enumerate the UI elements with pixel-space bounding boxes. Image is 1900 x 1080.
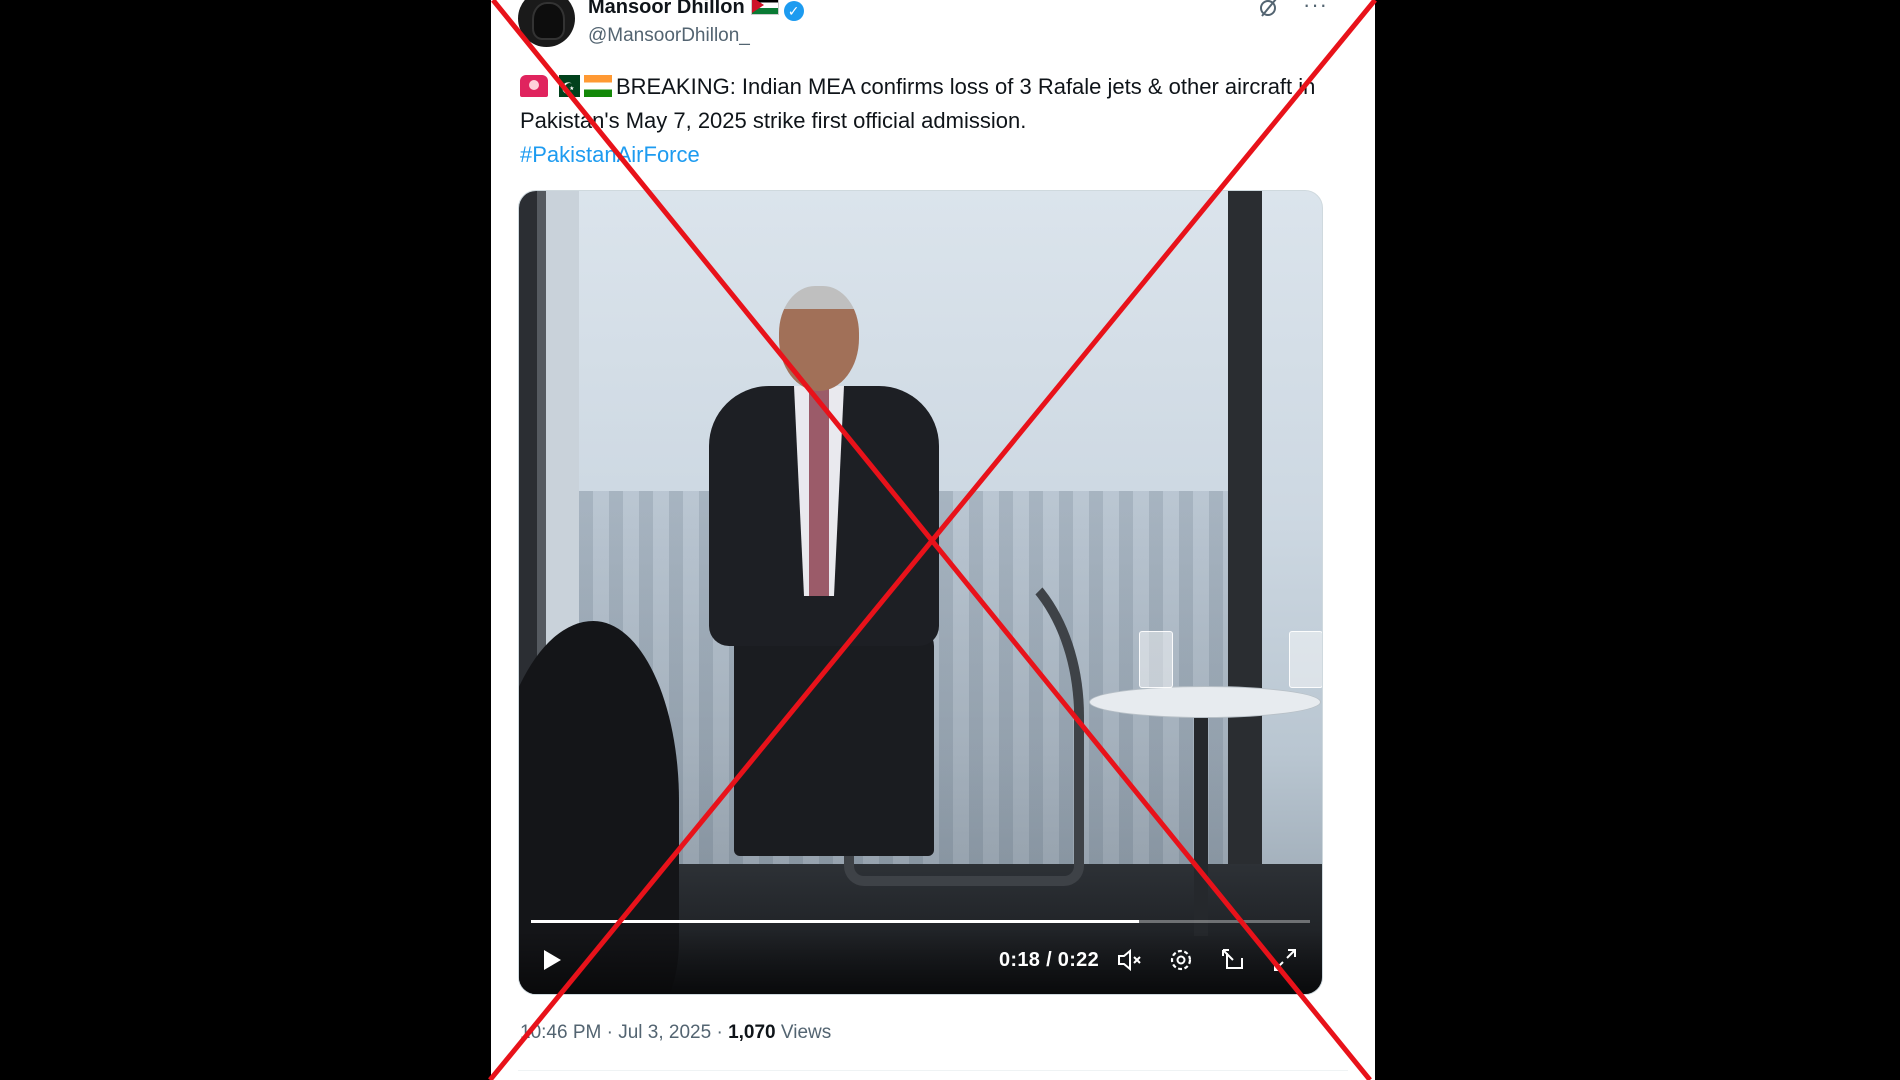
tweet-card: Mansoor Dhillon ✓ @MansoorDhillon_ ··· BR… — [491, 0, 1375, 1080]
author-name-row[interactable]: Mansoor Dhillon ✓ — [588, 0, 804, 21]
water-glass — [1139, 631, 1173, 688]
tweet-text: BREAKING: Indian MEA confirms loss of 3 … — [520, 70, 1340, 172]
siren-emoji-icon — [520, 75, 548, 97]
tweet-time[interactable]: 10:46 PM — [520, 1022, 601, 1043]
speaker-legs — [734, 626, 934, 856]
views-label: Views — [780, 1022, 832, 1043]
settings-icon[interactable] — [1166, 945, 1196, 975]
divider — [518, 1070, 1348, 1071]
tweet-body: BREAKING: Indian MEA confirms loss of 3 … — [520, 74, 1316, 133]
tweet-date[interactable]: Jul 3, 2025 — [618, 1022, 711, 1043]
video-player[interactable]: 0:18 / 0:22 — [518, 190, 1323, 995]
jordan-flag-icon — [750, 0, 779, 15]
tweet-meta: 10:46 PM · Jul 3, 2025 · 1,070 Views — [520, 1022, 831, 1044]
side-table — [1089, 686, 1321, 718]
verified-badge-icon[interactable]: ✓ — [783, 1, 804, 21]
grok-icon[interactable] — [1256, 0, 1280, 20]
play-icon[interactable] — [536, 945, 566, 975]
water-glass — [1289, 631, 1322, 688]
author-display-name[interactable]: Mansoor Dhillon — [588, 0, 745, 18]
mute-icon[interactable] — [1114, 945, 1144, 975]
avatar[interactable] — [518, 0, 575, 47]
speaker-head — [779, 286, 859, 391]
hashtag-link[interactable]: #PakistanAirForce — [520, 142, 700, 167]
meta-separator: · — [606, 1022, 613, 1043]
video-progress-bar[interactable] — [531, 920, 1310, 923]
video-controls: 0:18 / 0:22 — [519, 931, 1322, 994]
picture-in-picture-icon[interactable] — [1218, 945, 1248, 975]
author-handle[interactable]: @MansoorDhillon_ — [588, 25, 750, 47]
fullscreen-icon[interactable] — [1270, 945, 1300, 975]
india-flag-icon — [584, 75, 612, 97]
speaker-figure — [674, 286, 1084, 906]
hooded-figure-avatar-icon — [532, 2, 565, 40]
views-count: 1,070 — [728, 1022, 776, 1043]
meta-separator: · — [716, 1022, 723, 1043]
video-time: 0:18 / 0:22 — [999, 949, 1100, 971]
side-table-leg — [1194, 711, 1208, 936]
pakistan-flag-icon — [552, 73, 580, 107]
more-options-icon[interactable]: ··· — [1303, 0, 1328, 18]
screenshot-stage: Mansoor Dhillon ✓ @MansoorDhillon_ ··· BR… — [0, 0, 1900, 1080]
video-progress-fill — [531, 920, 1139, 923]
